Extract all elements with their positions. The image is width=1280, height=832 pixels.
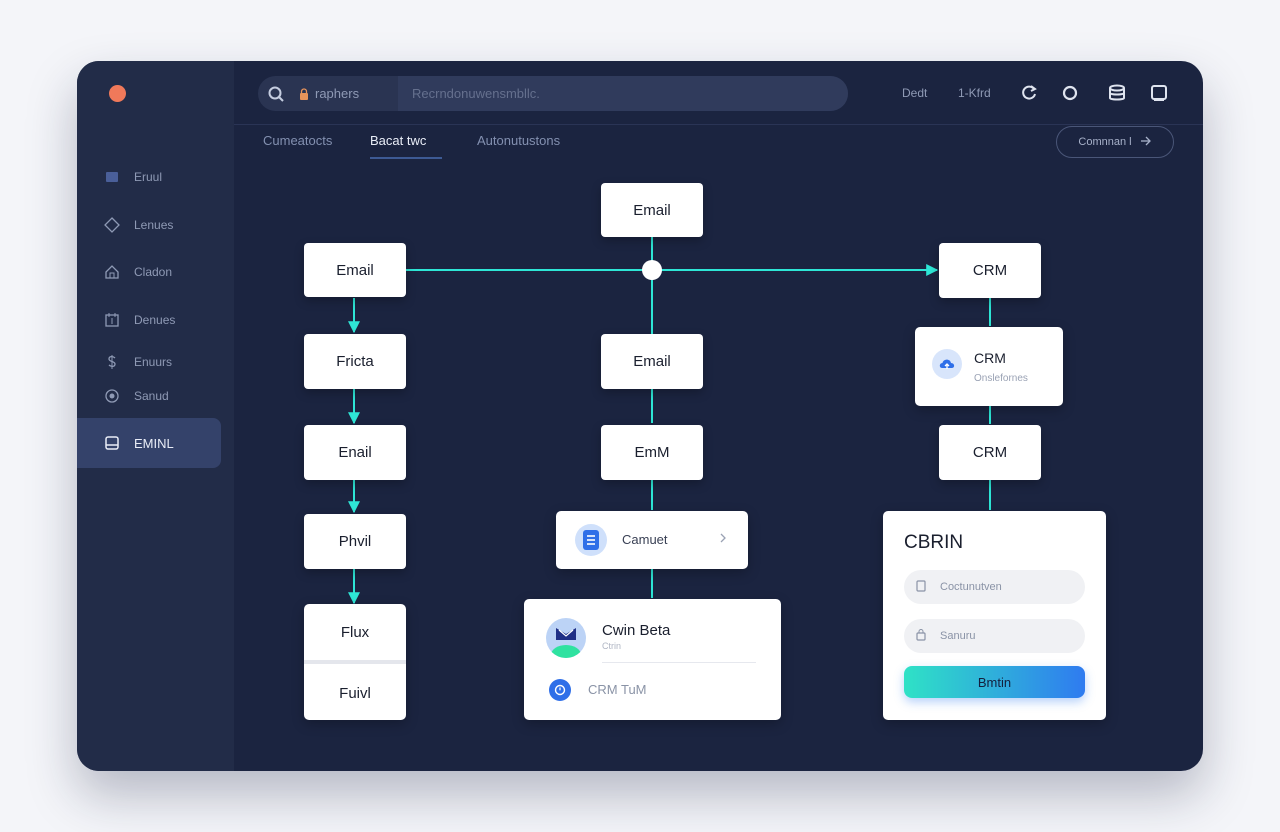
avatar xyxy=(546,618,586,658)
form-field-1[interactable]: Coctunutven xyxy=(904,570,1085,604)
profile-row-label: CRM TuM xyxy=(588,682,647,697)
flow-node-email-mid[interactable]: Email xyxy=(601,334,703,389)
flow-node-stack[interactable]: Flux Fuivl xyxy=(304,604,406,720)
cloud-upload-icon xyxy=(932,349,962,379)
form-title: CBRIN xyxy=(904,532,964,553)
form-field-2-placeholder: Sanuru xyxy=(940,630,976,642)
flow-node-phvil[interactable]: Phvil xyxy=(304,514,406,569)
flow-card-label: Camuet xyxy=(622,532,668,547)
submit-button[interactable]: Bmtin xyxy=(904,666,1085,698)
document-icon xyxy=(916,579,926,595)
flow-node-crm-1[interactable]: CRM xyxy=(939,243,1041,298)
lock-icon xyxy=(916,628,926,644)
flow-node-enail[interactable]: Enail xyxy=(304,425,406,480)
profile-subtitle: Ctrin xyxy=(602,641,622,651)
form-card: CBRIN Coctunutven Sanuru Bmtin xyxy=(883,511,1106,720)
flow-card-crm-subtitle: Onslefornes xyxy=(974,373,1028,384)
divider xyxy=(602,662,756,663)
junction-dot xyxy=(642,260,662,280)
flow-node-email-top[interactable]: Email xyxy=(601,183,703,237)
flow-node-email-1[interactable]: Email xyxy=(304,243,406,297)
flow-node-fuivl[interactable]: Fuivl xyxy=(304,666,406,720)
clock-icon xyxy=(549,679,571,701)
flow-node-fricta[interactable]: Fricta xyxy=(304,334,406,389)
form-field-2[interactable]: Sanuru xyxy=(904,619,1085,653)
app-window: Eruul Lenues Cladon Denues Enuurs Sanud … xyxy=(77,61,1203,771)
divider xyxy=(304,660,406,664)
flow-node-flux[interactable]: Flux xyxy=(304,604,406,660)
form-field-1-placeholder: Coctunutven xyxy=(940,581,1002,593)
profile-name: Cwin Beta xyxy=(602,622,671,639)
chevron-right-icon[interactable] xyxy=(719,531,727,550)
document-icon xyxy=(575,524,607,556)
flow-card-camuet[interactable]: Camuet xyxy=(556,511,748,569)
profile-card[interactable]: Cwin Beta Ctrin CRM TuM xyxy=(524,599,781,720)
flow-card-crm[interactable]: CRM Onslefornes xyxy=(915,327,1063,406)
flow-node-crm-2[interactable]: CRM xyxy=(939,425,1041,480)
flow-node-emm[interactable]: EmM xyxy=(601,425,703,480)
flow-card-crm-title: CRM xyxy=(974,350,1006,366)
